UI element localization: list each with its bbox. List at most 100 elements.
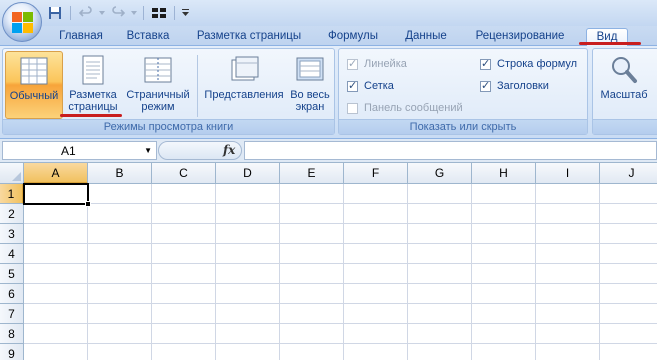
headings-check-icon	[480, 79, 491, 92]
page-break-icon	[144, 57, 172, 83]
normal-view-icon	[20, 57, 48, 85]
row-header[interactable]: 4	[0, 244, 24, 264]
message-bar-checkbox[interactable]: Панель сообщений	[347, 100, 463, 116]
column-headers: A B C D E F G H I J	[24, 163, 657, 184]
chevron-down-icon[interactable]: ▼	[144, 146, 152, 155]
tab-formulas[interactable]: Формулы	[323, 28, 383, 46]
tab-home[interactable]: Главная	[52, 28, 110, 46]
tab-insert[interactable]: Вставка	[120, 28, 176, 46]
ruler-label: Линейка	[364, 58, 407, 70]
annotation-underline-view	[579, 42, 641, 45]
page-break-label-2: режим	[141, 101, 175, 113]
full-screen-label-2: экран	[295, 101, 325, 113]
active-cell-a1[interactable]	[23, 183, 89, 205]
cell-area[interactable]	[24, 184, 657, 360]
quick-access-toolbar	[45, 3, 190, 23]
redo-icon[interactable]	[108, 4, 128, 22]
full-screen-icon	[296, 57, 324, 81]
page-layout-label-1: Разметка	[69, 89, 117, 101]
qat-separator	[143, 6, 144, 20]
column-header[interactable]: E	[280, 163, 344, 184]
gridlines-label: Сетка	[364, 80, 394, 92]
group-label-show-hide: Показать или скрыть	[339, 119, 587, 134]
undo-icon[interactable]	[76, 4, 96, 22]
formula-bar-checkbox[interactable]: Строка формул	[480, 56, 577, 72]
custom-views-icon	[231, 56, 259, 81]
zoom-label: Масштаб	[600, 89, 648, 101]
column-header[interactable]: D	[216, 163, 280, 184]
column-header[interactable]: G	[408, 163, 472, 184]
custom-views-label: Представления	[204, 89, 284, 101]
formula-bar-check-icon	[480, 57, 491, 70]
annotation-underline-page-layout	[60, 114, 122, 117]
name-box-value: A1	[61, 144, 76, 158]
office-logo-icon	[12, 12, 34, 34]
row-header[interactable]: 6	[0, 284, 24, 304]
group-show-hide: Линейка Сетка Панель сообщений Строка фо…	[338, 48, 588, 135]
insert-function-icon[interactable]: fx	[223, 143, 235, 157]
page-break-label-1: Страничный	[126, 89, 190, 101]
group-label-zoom	[593, 119, 657, 134]
normal-view-button[interactable]: Обычный	[5, 51, 63, 119]
page-layout-icon	[82, 55, 104, 85]
headings-checkbox[interactable]: Заголовки	[480, 78, 549, 94]
group-label-workbook-views: Режимы просмотра книги	[3, 119, 334, 134]
message-bar-check-icon	[347, 102, 358, 114]
page-layout-view-button[interactable]: Разметка страницы	[65, 51, 121, 119]
tab-page-layout[interactable]: Разметка страницы	[190, 28, 308, 46]
gridlines-checkbox[interactable]: Сетка	[347, 78, 394, 94]
row-header[interactable]: 9	[0, 344, 24, 360]
formula-bar: A1 ▼ fx	[0, 139, 657, 163]
title-bar	[0, 0, 657, 26]
row-header[interactable]: 7	[0, 304, 24, 324]
ruler-checkbox[interactable]: Линейка	[347, 56, 407, 72]
customize-icon[interactable]	[180, 4, 190, 22]
message-bar-label: Панель сообщений	[364, 102, 463, 114]
page-break-view-button[interactable]: Страничный режим	[121, 51, 195, 119]
row-header[interactable]: 3	[0, 224, 24, 244]
formula-input[interactable]	[244, 141, 657, 160]
tab-data[interactable]: Данные	[398, 28, 454, 46]
column-header[interactable]: I	[536, 163, 600, 184]
office-button[interactable]	[2, 2, 42, 42]
name-box[interactable]: A1 ▼	[2, 141, 157, 160]
layout-icon[interactable]	[149, 4, 169, 22]
page-layout-label-2: страницы	[68, 101, 118, 113]
row-header[interactable]: 2	[0, 204, 24, 224]
row-headers: 1 2 3 4 5 6 7 8 9	[0, 184, 24, 360]
undo-dropdown-icon[interactable]	[98, 4, 106, 22]
custom-views-button[interactable]: Представления	[201, 51, 287, 119]
ruler-check-icon	[347, 57, 358, 70]
row-header[interactable]: 1	[0, 184, 24, 204]
ribbon: Обычный Разметка страницы Страничный реж…	[0, 46, 657, 139]
group-divider	[197, 55, 198, 117]
normal-view-label: Обычный	[9, 90, 59, 102]
column-header[interactable]: B	[88, 163, 152, 184]
ribbon-tabs: Главная Вставка Разметка страницы Формул…	[0, 26, 657, 47]
group-workbook-views: Обычный Разметка страницы Страничный реж…	[2, 48, 335, 135]
full-screen-button[interactable]: Во весь экран	[287, 51, 333, 119]
select-all-corner[interactable]	[0, 163, 24, 184]
column-header[interactable]: J	[600, 163, 657, 184]
full-screen-label-1: Во весь	[290, 89, 330, 101]
tab-review[interactable]: Рецензирование	[468, 28, 572, 46]
redo-dropdown-icon[interactable]	[130, 4, 138, 22]
qat-separator	[70, 6, 71, 20]
gridlines-check-icon	[347, 79, 358, 92]
column-header[interactable]: F	[344, 163, 408, 184]
function-area: fx	[158, 141, 242, 160]
row-header[interactable]: 5	[0, 264, 24, 284]
worksheet-grid: A B C D E F G H I J 1 2 3 4 5 6 7 8 9	[0, 163, 657, 360]
save-icon[interactable]	[45, 4, 65, 22]
row-header[interactable]: 8	[0, 324, 24, 344]
column-header[interactable]: A	[24, 163, 88, 184]
column-header[interactable]: C	[152, 163, 216, 184]
group-zoom: Масштаб	[592, 48, 657, 135]
qat-separator	[174, 6, 175, 20]
headings-label: Заголовки	[497, 80, 549, 92]
column-header[interactable]: H	[472, 163, 536, 184]
formula-bar-label: Строка формул	[497, 58, 578, 70]
fill-handle[interactable]	[85, 201, 91, 207]
zoom-button[interactable]: Масштаб	[595, 51, 653, 119]
magnifier-icon	[612, 57, 637, 83]
